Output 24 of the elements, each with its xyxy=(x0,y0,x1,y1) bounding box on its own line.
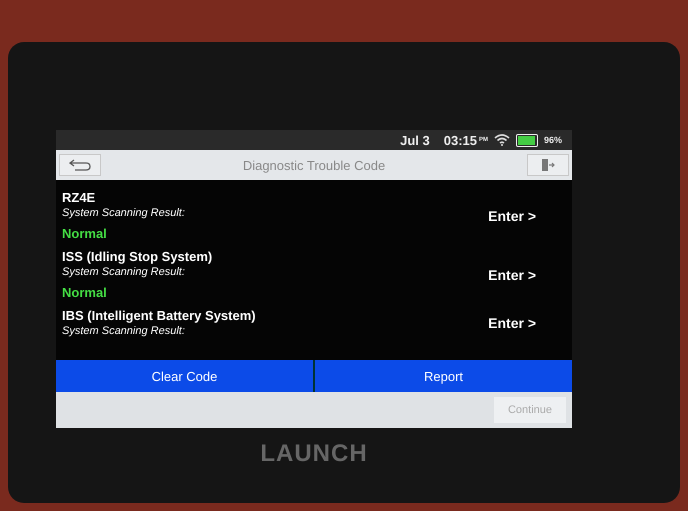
battery-percent: 96% xyxy=(544,135,562,145)
system-name: RZ4E xyxy=(62,190,96,205)
enter-link[interactable]: Enter > xyxy=(488,266,536,282)
enter-link[interactable]: Enter > xyxy=(488,314,536,330)
status-time: 03:15 xyxy=(444,132,477,148)
wifi-icon xyxy=(494,134,510,146)
exit-icon xyxy=(540,158,555,172)
scan-result-label: System Scanning Result: xyxy=(62,207,185,219)
enter-link[interactable]: Enter > xyxy=(488,208,536,224)
system-name: IBS (Intelligent Battery System) xyxy=(62,308,256,323)
exit-button[interactable] xyxy=(526,154,569,176)
status-date: Jul 3 xyxy=(400,132,430,148)
screen-title: Diagnostic Trouble Code xyxy=(242,158,386,172)
scan-result-label: System Scanning Result: xyxy=(62,325,186,337)
clear-code-button[interactable]: Clear Code xyxy=(56,360,313,392)
scan-result-label: System Scanning Result: xyxy=(62,266,186,278)
back-arrow-icon xyxy=(69,159,91,171)
brand-logo: LAUNCH xyxy=(259,440,369,468)
scan-result: Normal xyxy=(62,285,108,300)
back-button[interactable] xyxy=(59,154,101,176)
report-button[interactable]: Report xyxy=(315,360,572,392)
system-name: ISS (Idling Stop System) xyxy=(62,249,212,264)
battery-icon xyxy=(516,134,538,146)
scan-result: Normal xyxy=(62,226,108,241)
